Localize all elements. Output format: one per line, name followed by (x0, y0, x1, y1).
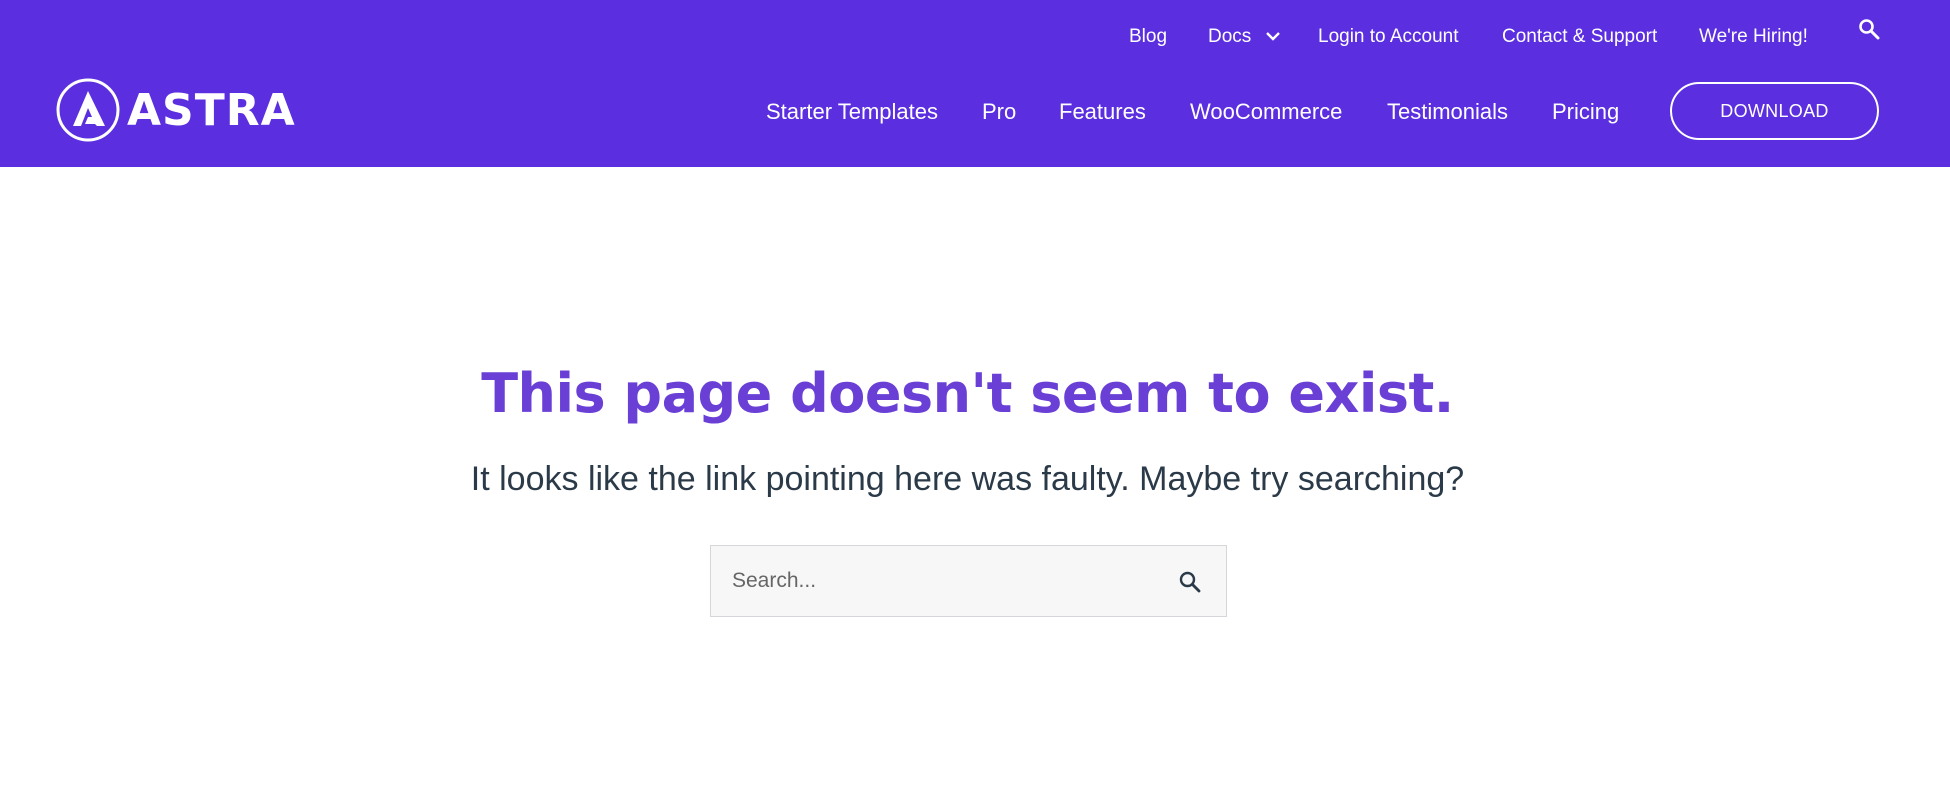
top-link-hiring[interactable]: We're Hiring! (1699, 26, 1808, 48)
top-link-docs[interactable]: Docs (1208, 26, 1251, 48)
top-link-login[interactable]: Login to Account (1318, 26, 1459, 48)
site-header: Blog Docs Login to Account Contact & Sup… (0, 0, 1950, 167)
search-icon[interactable] (1858, 18, 1880, 40)
nav-features[interactable]: Features (1059, 99, 1146, 125)
page-subtitle: It looks like the link pointing here was… (470, 460, 1465, 498)
chevron-down-icon[interactable] (1264, 27, 1282, 45)
logo-text: ASTRA (127, 84, 296, 136)
page-title: This page doesn't seem to exist. (481, 362, 1454, 425)
nav-pricing[interactable]: Pricing (1552, 99, 1619, 125)
search-input[interactable] (711, 546, 1151, 616)
nav-starter-templates[interactable]: Starter Templates (766, 99, 938, 125)
download-button[interactable]: DOWNLOAD (1670, 82, 1879, 140)
top-link-blog[interactable]: Blog (1129, 26, 1167, 48)
search-submit-icon[interactable] (1178, 570, 1202, 594)
nav-woocommerce[interactable]: WooCommerce (1190, 99, 1342, 125)
nav-testimonials[interactable]: Testimonials (1387, 99, 1508, 125)
top-bar: Blog Docs Login to Account Contact & Sup… (0, 0, 1950, 72)
top-link-contact-support[interactable]: Contact & Support (1502, 26, 1657, 48)
site-logo[interactable]: ASTRA (55, 77, 296, 143)
nav-pro[interactable]: Pro (982, 99, 1016, 125)
astra-logo-icon (56, 78, 120, 142)
search-form (710, 545, 1227, 617)
